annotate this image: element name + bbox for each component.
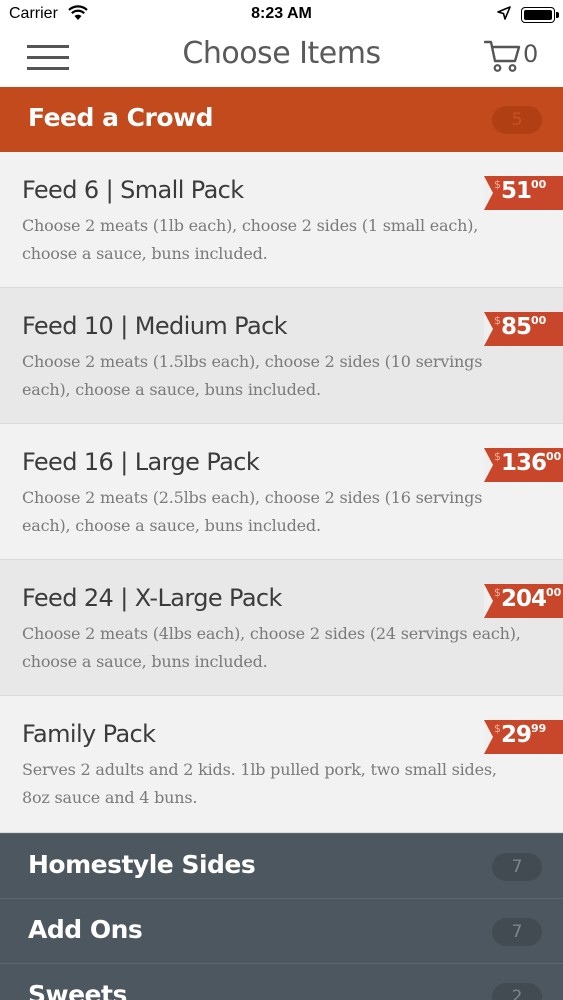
section-label: Add Ons xyxy=(28,915,143,944)
price-currency: $ xyxy=(494,722,501,735)
price-whole: 85 xyxy=(501,314,532,340)
price-currency: $ xyxy=(494,314,501,327)
menu-item-feed-6[interactable]: Feed 6 | Small Pack Choose 2 meats (1lb … xyxy=(0,152,563,288)
price-cents: 00 xyxy=(531,314,547,327)
section-header-sweets[interactable]: Sweets 2 xyxy=(0,963,563,1000)
price-tag: $2999 xyxy=(484,720,563,754)
item-name: Feed 6 | Small Pack xyxy=(22,176,244,204)
item-name: Feed 24 | X-Large Pack xyxy=(22,584,282,612)
menu-item-family-pack[interactable]: Family Pack Serves 2 adults and 2 kids. … xyxy=(0,696,563,833)
cart-icon[interactable] xyxy=(484,39,522,73)
price-cents: 00 xyxy=(531,178,547,191)
price-tag: $8500 xyxy=(484,312,563,346)
section-label: Sweets xyxy=(28,980,127,1000)
section-label: Homestyle Sides xyxy=(28,850,256,879)
price-cents: 00 xyxy=(546,450,562,463)
price-tag: $5100 xyxy=(484,176,563,210)
section-count-badge: 7 xyxy=(492,918,542,946)
menu-item-feed-16[interactable]: Feed 16 | Large Pack Choose 2 meats (2.5… xyxy=(0,424,563,560)
price-currency: $ xyxy=(494,178,501,191)
item-name: Feed 10 | Medium Pack xyxy=(22,312,288,340)
price-currency: $ xyxy=(494,450,501,463)
nav-bar: Choose Items 0 xyxy=(0,30,563,87)
price-cents: 00 xyxy=(546,586,562,599)
status-bar: Carrier 8:23 AM xyxy=(0,0,563,30)
section-header-add-ons[interactable]: Add Ons 7 xyxy=(0,898,563,963)
item-description: Choose 2 meats (2.5lbs each), choose 2 s… xyxy=(22,488,483,535)
item-description: Choose 2 meats (4lbs each), choose 2 sid… xyxy=(22,624,521,671)
page-title: Choose Items xyxy=(182,36,381,71)
section-header-homestyle-sides[interactable]: Homestyle Sides 7 xyxy=(0,833,563,898)
item-name: Family Pack xyxy=(22,720,156,748)
item-description: Serves 2 adults and 2 kids. 1lb pulled p… xyxy=(22,760,497,807)
price-cents: 99 xyxy=(531,722,547,735)
cart-count: 0 xyxy=(523,40,539,68)
location-arrow-icon xyxy=(497,6,511,20)
price-whole: 29 xyxy=(501,722,532,748)
price-whole: 136 xyxy=(501,450,547,476)
item-description: Choose 2 meats (1lb each), choose 2 side… xyxy=(22,216,479,263)
battery-icon xyxy=(521,7,559,23)
clock: 8:23 AM xyxy=(251,5,312,22)
section-header-feed-a-crowd[interactable]: Feed a Crowd 5 xyxy=(0,87,563,152)
item-description: Choose 2 meats (1.5lbs each), choose 2 s… xyxy=(22,352,483,399)
price-whole: 51 xyxy=(501,178,532,204)
section-count-badge: 5 xyxy=(492,106,542,134)
price-tag: $20400 xyxy=(484,584,563,618)
menu-item-feed-24[interactable]: Feed 24 | X-Large Pack Choose 2 meats (4… xyxy=(0,560,563,696)
item-name: Feed 16 | Large Pack xyxy=(22,448,260,476)
section-count-badge: 7 xyxy=(492,853,542,881)
price-whole: 204 xyxy=(501,586,547,612)
section-label: Feed a Crowd xyxy=(28,103,214,132)
price-tag: $13600 xyxy=(484,448,563,482)
price-currency: $ xyxy=(494,586,501,599)
section-count-badge: 2 xyxy=(492,983,542,1000)
menu-item-feed-10[interactable]: Feed 10 | Medium Pack Choose 2 meats (1.… xyxy=(0,288,563,424)
